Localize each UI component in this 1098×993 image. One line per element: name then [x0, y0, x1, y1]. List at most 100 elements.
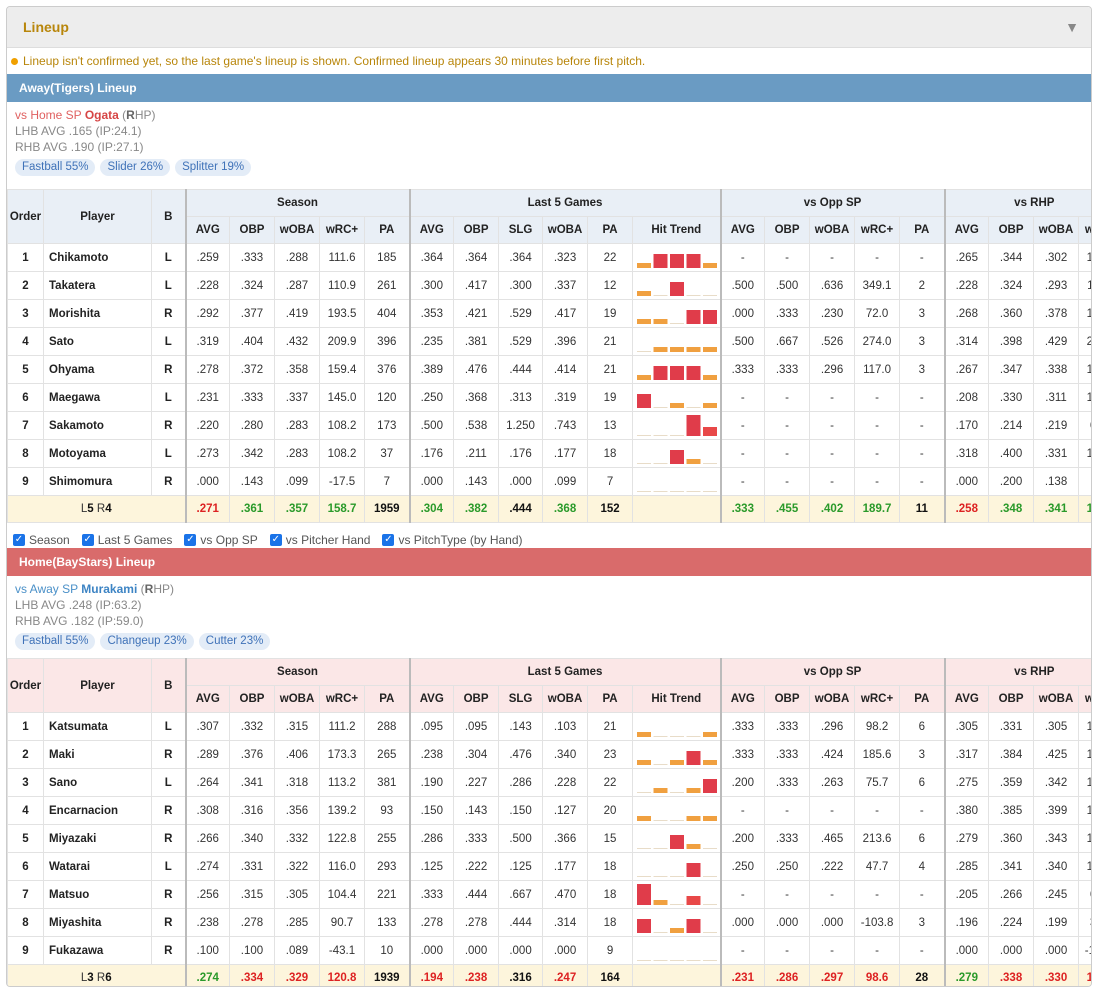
- table-row: 9 Fukazawa R .100.100.089 -43.1 10.000.000.00…: [7, 936, 1091, 965]
- player-name[interactable]: Matsuo: [43, 880, 152, 909]
- trend-bar: [686, 816, 701, 821]
- season-stat-cell: .280: [229, 411, 275, 440]
- col-vshand-stat[interactable]: wRC+: [1078, 685, 1091, 713]
- group-last5[interactable]: Last 5 Games: [408, 189, 722, 217]
- col-last5-stat[interactable]: OBP: [453, 216, 500, 244]
- toggle-label: Last 5 Games: [97, 533, 173, 547]
- col-last5-stat[interactable]: PA: [587, 216, 634, 244]
- player-name[interactable]: Miyashita: [43, 908, 152, 937]
- col-season-stat[interactable]: wRC+: [319, 216, 365, 244]
- player-name[interactable]: Shimomura: [43, 467, 152, 496]
- panel-header[interactable]: Lineup ▼: [7, 7, 1091, 48]
- col-vshand-stat[interactable]: wOBA: [1033, 685, 1080, 713]
- bats-cell: L: [151, 712, 186, 741]
- hit-trend: [632, 243, 722, 272]
- last5-stat-cell: .743: [542, 411, 589, 440]
- col-last5-stat[interactable]: wOBA: [542, 216, 589, 244]
- trend-bar: [703, 904, 718, 905]
- group-season[interactable]: Season: [184, 189, 411, 217]
- col-season-stat[interactable]: PA: [363, 216, 411, 244]
- checkbox-icon[interactable]: ✓: [269, 534, 282, 546]
- col-vshand-stat[interactable]: OBP: [988, 216, 1035, 244]
- col-last5-stat[interactable]: OBP: [453, 685, 500, 713]
- group-vs-hand[interactable]: vs RHP: [943, 658, 1091, 686]
- group-vs-opp[interactable]: vs Opp SP: [719, 189, 946, 217]
- player-name[interactable]: Sano: [43, 768, 152, 797]
- group-last5[interactable]: Last 5 Games: [408, 658, 722, 686]
- col-vshand-stat[interactable]: AVG: [943, 685, 990, 713]
- toggle-vs-opp-sp[interactable]: ✓ vs Opp SP: [184, 533, 258, 547]
- col-last5-stat[interactable]: Hit Trend: [632, 685, 722, 713]
- trend-bar: [703, 295, 718, 296]
- group-vs-opp[interactable]: vs Opp SP: [719, 658, 946, 686]
- trend-bar: [703, 960, 718, 961]
- col-vsopp-stat[interactable]: AVG: [719, 685, 766, 713]
- col-vsopp-stat[interactable]: wRC+: [854, 216, 901, 244]
- total-vshand-cell: 121.4: [1078, 964, 1091, 986]
- toggle-season[interactable]: ✓ Season: [13, 533, 70, 547]
- group-vs-hand[interactable]: vs RHP: [943, 189, 1091, 217]
- toggle-last5[interactable]: ✓ Last 5 Games: [81, 533, 173, 547]
- col-last5-stat[interactable]: SLG: [498, 216, 544, 244]
- player-name[interactable]: Encarnacion: [43, 796, 152, 825]
- player-name[interactable]: Fukazawa: [43, 936, 152, 965]
- checkbox-icon[interactable]: ✓: [13, 534, 25, 546]
- checkbox-icon[interactable]: ✓: [382, 534, 395, 546]
- col-season-stat[interactable]: AVG: [184, 216, 230, 244]
- col-last5-stat[interactable]: wOBA: [542, 685, 589, 713]
- player-name[interactable]: Takatera: [43, 271, 152, 300]
- col-vshand-stat[interactable]: wOBA: [1033, 216, 1080, 244]
- col-vshand-stat[interactable]: OBP: [988, 685, 1035, 713]
- col-vsopp-stat[interactable]: wOBA: [809, 216, 856, 244]
- player-name[interactable]: Sato: [43, 327, 152, 356]
- col-season-stat[interactable]: AVG: [184, 685, 230, 713]
- vshand-stat-cell: 127.3: [1078, 383, 1091, 412]
- vsopp-stat-cell: -: [809, 383, 856, 412]
- toggle-vs-pitchtype[interactable]: ✓ vs PitchType (by Hand): [382, 533, 523, 547]
- col-vsopp-stat[interactable]: PA: [899, 216, 946, 244]
- col-last5-stat[interactable]: PA: [587, 685, 634, 713]
- toggle-vs-hand[interactable]: ✓ vs Pitcher Hand: [269, 533, 370, 547]
- col-season-stat[interactable]: wOBA: [274, 216, 320, 244]
- player-name[interactable]: Katsumata: [43, 712, 152, 741]
- col-season-stat[interactable]: PA: [363, 685, 411, 713]
- col-vsopp-stat[interactable]: wRC+: [854, 685, 901, 713]
- col-vsopp-stat[interactable]: OBP: [764, 685, 811, 713]
- season-stat-cell: .432: [274, 327, 320, 356]
- player-name[interactable]: Chikamoto: [43, 243, 152, 272]
- col-last5-stat[interactable]: SLG: [498, 685, 544, 713]
- col-vsopp-stat[interactable]: PA: [899, 685, 946, 713]
- table-row: 8 Motoyama L .273.342.283 108.2 37.176.211.17…: [7, 439, 1091, 468]
- player-name[interactable]: Sakamoto: [43, 411, 152, 440]
- col-last5-stat[interactable]: AVG: [408, 216, 455, 244]
- checkbox-icon[interactable]: ✓: [184, 534, 197, 546]
- sp-name[interactable]: Ogata: [85, 108, 119, 122]
- checkbox-icon[interactable]: ✓: [81, 534, 94, 546]
- col-vsopp-stat[interactable]: OBP: [764, 216, 811, 244]
- col-last5-stat[interactable]: Hit Trend: [632, 216, 722, 244]
- player-name[interactable]: Maegawa: [43, 383, 152, 412]
- col-vshand-stat[interactable]: AVG: [943, 216, 990, 244]
- col-vsopp-stat[interactable]: wOBA: [809, 685, 856, 713]
- col-vsopp-stat[interactable]: AVG: [719, 216, 766, 244]
- group-season[interactable]: Season: [184, 658, 411, 686]
- season-stat-cell: .100: [184, 936, 230, 965]
- player-name[interactable]: Maki: [43, 740, 152, 769]
- trend-bar: [637, 848, 652, 849]
- player-name[interactable]: Miyazaki: [43, 824, 152, 853]
- sp-name[interactable]: Murakami: [81, 582, 137, 596]
- vsopp-stat-cell: -: [719, 936, 766, 965]
- last5-stat-cell: .000: [542, 936, 589, 965]
- col-season-stat[interactable]: OBP: [229, 685, 275, 713]
- col-season-stat[interactable]: OBP: [229, 216, 275, 244]
- col-season-stat[interactable]: wRC+: [319, 685, 365, 713]
- col-vshand-stat[interactable]: wRC+: [1078, 216, 1091, 244]
- season-stat-cell: 111.6: [319, 243, 365, 272]
- col-season-stat[interactable]: wOBA: [274, 685, 320, 713]
- player-name[interactable]: Ohyama: [43, 355, 152, 384]
- col-last5-stat[interactable]: AVG: [408, 685, 455, 713]
- player-name[interactable]: Motoyama: [43, 439, 152, 468]
- player-name[interactable]: Morishita: [43, 299, 152, 328]
- player-name[interactable]: Watarai: [43, 852, 152, 881]
- collapse-caret-icon[interactable]: ▼: [1065, 19, 1079, 35]
